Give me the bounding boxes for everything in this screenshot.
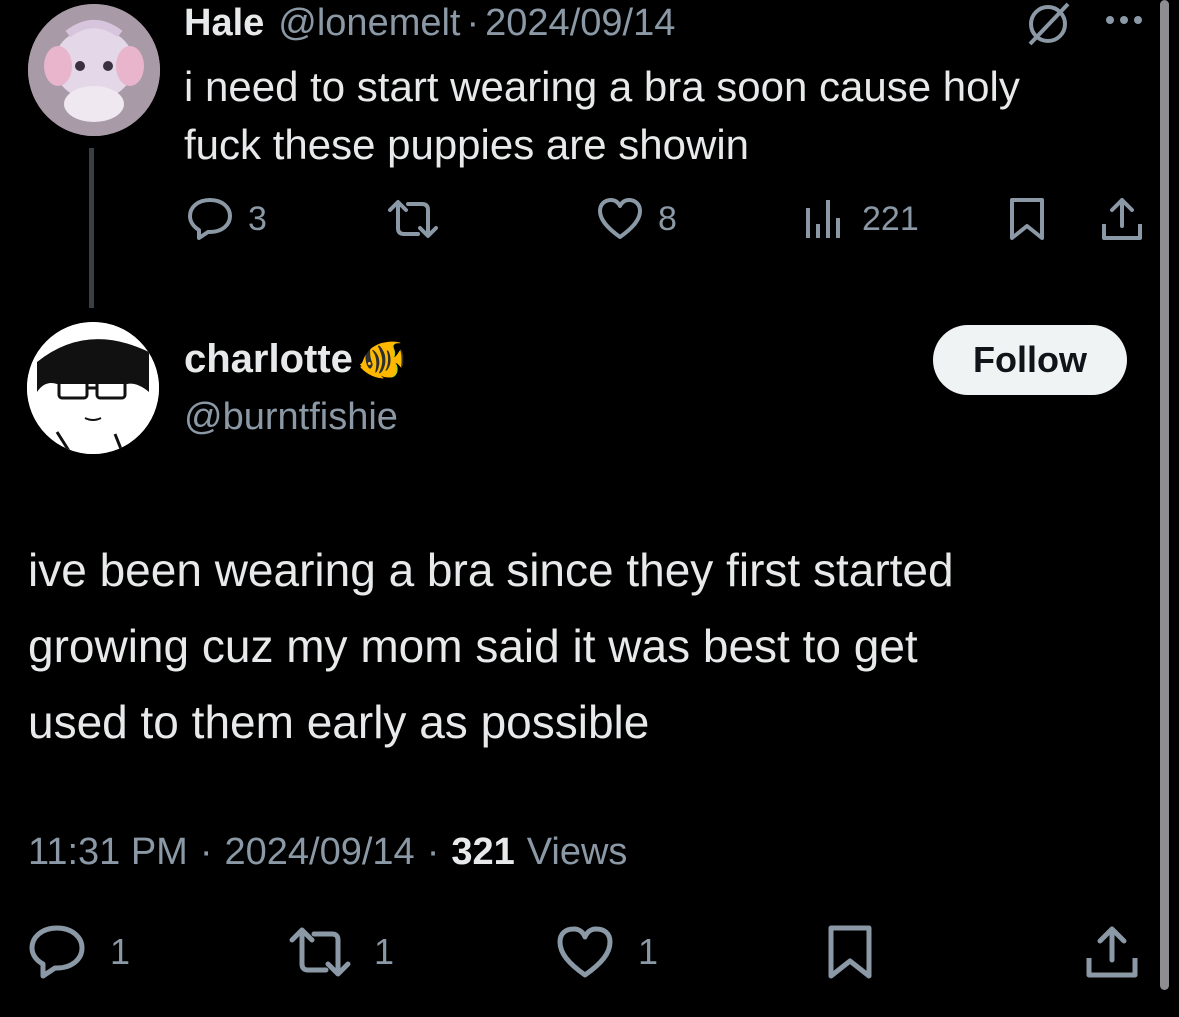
meta-separator-1: · xyxy=(199,830,213,873)
main-text-line-3: used to them early as possible xyxy=(28,696,650,748)
parent-handle[interactable]: @lonemelt xyxy=(278,2,460,45)
heart-icon xyxy=(598,198,642,239)
repost-icon xyxy=(388,200,438,238)
main-user-info: charlotte 🐠 @burntfishie xyxy=(184,334,407,442)
parent-reply-button[interactable]: 3 xyxy=(186,196,267,242)
parent-header: Hale @lonemelt · 2024/09/14 xyxy=(184,0,675,46)
share-icon xyxy=(1102,198,1142,240)
share-icon xyxy=(1086,926,1138,978)
reply-icon xyxy=(188,198,232,240)
parent-repost-button[interactable] xyxy=(384,196,442,242)
repost-icon xyxy=(289,927,351,977)
parent-text: i need to start wearing a bra soon cause… xyxy=(184,58,1020,174)
thread-line xyxy=(89,148,94,308)
parent-reply-count: 3 xyxy=(248,199,267,238)
parent-like-button[interactable]: 8 xyxy=(596,196,677,242)
main-display-name[interactable]: charlotte xyxy=(184,337,353,382)
parent-views-button[interactable]: 221 xyxy=(804,196,919,242)
more-icon[interactable] xyxy=(1104,8,1148,32)
main-reply-count: 1 xyxy=(110,931,131,972)
reply-icon xyxy=(29,925,85,979)
post-time[interactable]: 11:31 PM xyxy=(28,831,188,874)
scrollbar[interactable] xyxy=(1160,0,1169,990)
main-text-line-1: ive been wearing a bra since they first … xyxy=(28,544,954,596)
main-meta: 11:31 PM · 2024/09/14 · 321 Views xyxy=(28,828,627,876)
parent-views-count: 221 xyxy=(862,199,919,238)
main-reply-button[interactable]: 1 xyxy=(28,924,130,980)
follow-button[interactable]: Follow xyxy=(933,325,1127,395)
main-repost-button[interactable]: 1 xyxy=(286,924,394,980)
main-repost-count: 1 xyxy=(374,931,395,972)
bookmark-icon xyxy=(1010,198,1044,240)
parent-text-line-1: i need to start wearing a bra soon cause… xyxy=(184,63,1020,110)
main-handle[interactable]: @burntfishie xyxy=(184,392,407,442)
parent-date[interactable]: 2024/09/14 xyxy=(485,2,675,45)
parent-like-count: 8 xyxy=(658,199,677,238)
main-share-button[interactable] xyxy=(1084,924,1140,980)
parent-display-name[interactable]: Hale xyxy=(184,2,264,45)
parent-avatar[interactable] xyxy=(28,4,160,136)
parent-share-button[interactable] xyxy=(1100,196,1144,242)
views-label: Views xyxy=(526,830,628,873)
main-avatar[interactable] xyxy=(27,322,159,454)
fish-emoji: 🐠 xyxy=(356,337,407,382)
main-text: ive been wearing a bra since they first … xyxy=(28,532,954,760)
post-date[interactable]: 2024/09/14 xyxy=(225,831,415,874)
main-bookmark-button[interactable] xyxy=(826,924,874,980)
parent-text-line-2: fuck these puppies are showin xyxy=(184,121,750,168)
meta-separator-2: · xyxy=(426,830,440,873)
main-like-button[interactable]: 1 xyxy=(556,924,658,980)
bookmark-icon xyxy=(828,925,872,979)
parent-bookmark-button[interactable] xyxy=(1008,196,1046,242)
main-text-line-2: growing cuz my mom said it was best to g… xyxy=(28,620,918,672)
heart-icon xyxy=(557,926,613,978)
views-count: 321 xyxy=(451,830,515,873)
main-like-count: 1 xyxy=(638,931,659,972)
grok-icon[interactable] xyxy=(1024,2,1072,46)
views-chart-icon xyxy=(806,200,840,238)
parent-separator: · xyxy=(466,1,480,44)
